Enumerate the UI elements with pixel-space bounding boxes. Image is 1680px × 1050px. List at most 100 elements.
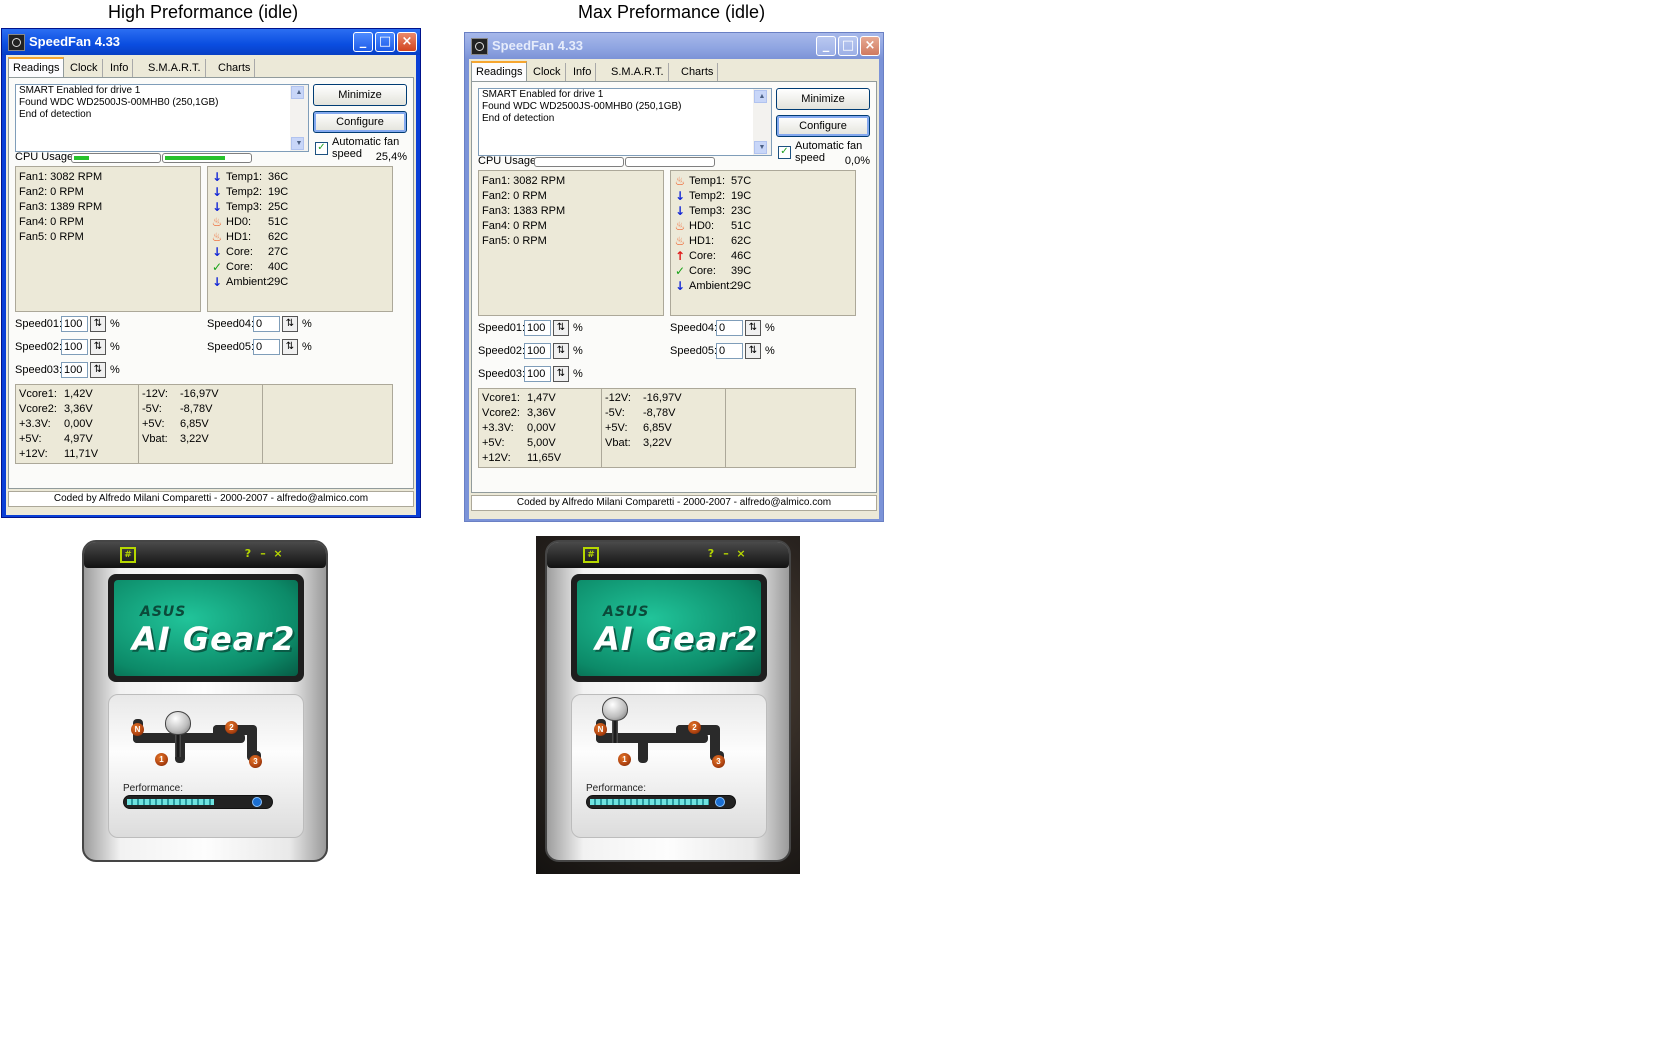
speed-input-2[interactable]: 100 [524, 343, 551, 359]
log-scrollbar[interactable]: ▲ ▼ [290, 85, 308, 151]
performance-label: Performance: [123, 783, 184, 794]
aigear-minimize-button[interactable]: – [257, 547, 269, 561]
credits-footer: Coded by Alfredo Milani Comparetti - 200… [8, 491, 414, 507]
fan-reading: Fan2: 0 RPM [482, 190, 547, 202]
tab-info[interactable]: Info [569, 63, 597, 81]
temp-value: 62C [731, 235, 752, 247]
aigear-help-button[interactable]: ? [242, 547, 254, 561]
speed-label-1: Speed01: [15, 318, 63, 330]
aigear-title-bar[interactable]: #? – × [84, 542, 326, 568]
speed-input-3[interactable]: 100 [61, 362, 88, 378]
minimize-button[interactable]: Minimize [776, 88, 870, 110]
window-minimize-button[interactable]: _ [353, 32, 373, 52]
scroll-up-arrow-icon[interactable]: ▲ [754, 90, 767, 103]
gear-position-3[interactable]: 3 [249, 755, 262, 768]
log-line: End of detection [19, 109, 92, 120]
voltage-column-divider [725, 389, 726, 467]
caption-max-performance: Max Preformance (idle) [578, 2, 766, 22]
voltage-column-divider [262, 385, 263, 463]
temp-label: Temp2: [689, 190, 726, 202]
log-textbox[interactable]: SMART Enabled for drive 1 Found WDC WD250… [478, 88, 772, 156]
speed-spin-button[interactable]: ⇅ [90, 316, 106, 332]
gear-position-n[interactable]: N [594, 723, 607, 736]
temp-value: 36C [268, 171, 289, 183]
log-scrollbar[interactable]: ▲ ▼ [753, 89, 771, 155]
gear-position-3[interactable]: 3 [712, 755, 725, 768]
log-line: SMART Enabled for drive 1 [19, 85, 141, 96]
aigear-minimize-button[interactable]: – [720, 547, 732, 561]
scroll-down-arrow-icon[interactable]: ▼ [291, 137, 304, 150]
speed-spin-button[interactable]: ⇅ [90, 362, 106, 378]
performance-indicator-icon [715, 797, 725, 807]
window-close-button[interactable]: × [860, 36, 880, 56]
automatic-fan-speed-checkbox[interactable]: ✓ [778, 146, 791, 159]
gear-position-n[interactable]: N [131, 723, 144, 736]
aigear-close-button[interactable]: × [272, 547, 284, 561]
speed-input-1[interactable]: 100 [61, 316, 88, 332]
speed-spin-button[interactable]: ⇅ [90, 339, 106, 355]
aigear-title-bar[interactable]: #? – × [547, 542, 789, 568]
automatic-fan-label: Automatic fan [332, 136, 400, 148]
speed-input-4[interactable]: 0 [253, 316, 280, 332]
gear-lever-knob[interactable] [165, 711, 191, 735]
tab-charts[interactable]: Charts [214, 59, 256, 77]
configure-button[interactable]: Configure [776, 115, 870, 137]
fan-reading: Fan1: 3082 RPM [482, 175, 566, 187]
speed-spin-button[interactable]: ⇅ [553, 343, 569, 359]
title-bar[interactable]: SpeedFan 4.33 _ □ × [465, 33, 883, 59]
voltage-column-divider [138, 385, 139, 463]
tab-smart[interactable]: S.M.A.R.T. [607, 63, 669, 81]
title-bar[interactable]: SpeedFan 4.33 _ □ × [2, 29, 420, 55]
tab-clock[interactable]: Clock [66, 59, 103, 77]
speed-input-1[interactable]: 100 [524, 320, 551, 336]
gear-position-2[interactable]: 2 [225, 721, 238, 734]
tab-charts[interactable]: Charts [677, 63, 719, 81]
arrow-down-icon: ↓ [211, 245, 223, 259]
log-textbox[interactable]: SMART Enabled for drive 1 Found WDC WD250… [15, 84, 309, 152]
window-close-button[interactable]: × [397, 32, 417, 52]
speed-label-3: Speed03: [478, 368, 526, 380]
scroll-down-arrow-icon[interactable]: ▼ [754, 141, 767, 154]
speed-input-2[interactable]: 100 [61, 339, 88, 355]
shift-gate [638, 733, 648, 763]
gear-lever-knob[interactable] [602, 697, 628, 721]
voltage-label: +5V: [482, 437, 505, 449]
window-minimize-button[interactable]: _ [816, 36, 836, 56]
aigear-close-button[interactable]: × [735, 547, 747, 561]
speed-input-5[interactable]: 0 [253, 339, 280, 355]
tab-clock[interactable]: Clock [529, 63, 566, 81]
automatic-fan-speed-checkbox[interactable]: ✓ [315, 142, 328, 155]
window-maximize-button[interactable]: □ [838, 36, 858, 56]
speed-spin-button[interactable]: ⇅ [553, 366, 569, 382]
arrow-down-icon: ↓ [674, 204, 686, 218]
fan-reading: Fan1: 3082 RPM [19, 171, 103, 183]
flame-icon: ♨ [674, 219, 686, 233]
speed-input-4[interactable]: 0 [716, 320, 743, 336]
temp-label: Temp1: [226, 171, 263, 183]
speed-spin-button[interactable]: ⇅ [553, 320, 569, 336]
percent-sign: % [110, 318, 120, 330]
temp-value: 23C [731, 205, 752, 217]
tab-smart[interactable]: S.M.A.R.T. [144, 59, 206, 77]
voltage-label: Vcore1: [19, 388, 57, 400]
voltage-label: Vcore2: [482, 407, 520, 419]
gear-position-2[interactable]: 2 [688, 721, 701, 734]
gear-position-1[interactable]: 1 [618, 753, 631, 766]
scroll-up-arrow-icon[interactable]: ▲ [291, 86, 304, 99]
fan-reading: Fan4: 0 RPM [482, 220, 547, 232]
aigear-product-name: AI Gear2 [595, 620, 759, 658]
gear-position-1[interactable]: 1 [155, 753, 168, 766]
speed-input-5[interactable]: 0 [716, 343, 743, 359]
speed-spin-button[interactable]: ⇅ [282, 316, 298, 332]
aigear-help-button[interactable]: ? [705, 547, 717, 561]
configure-button[interactable]: Configure [313, 111, 407, 133]
speed-spin-button[interactable]: ⇅ [745, 320, 761, 336]
speed-spin-button[interactable]: ⇅ [282, 339, 298, 355]
speed-input-3[interactable]: 100 [524, 366, 551, 382]
speed-spin-button[interactable]: ⇅ [745, 343, 761, 359]
percent-sign: % [765, 322, 775, 334]
minimize-button[interactable]: Minimize [313, 84, 407, 106]
window-maximize-button[interactable]: □ [375, 32, 395, 52]
flame-icon: ♨ [674, 234, 686, 248]
tab-info[interactable]: Info [106, 59, 134, 77]
